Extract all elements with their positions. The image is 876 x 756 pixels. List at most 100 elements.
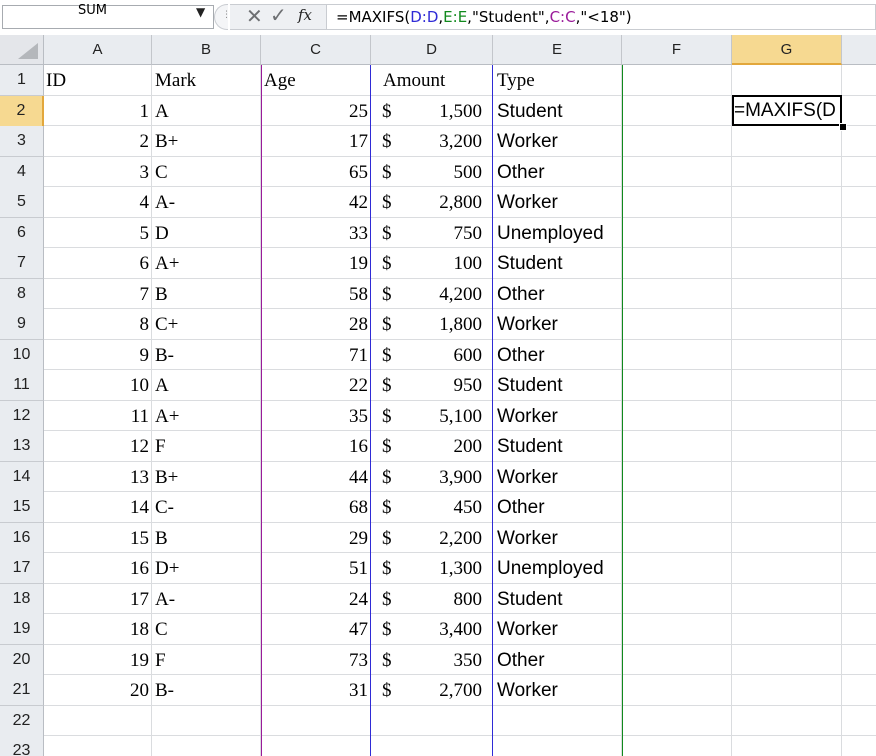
cell-amount[interactable]: 5,100 <box>371 402 482 432</box>
cell-type[interactable]: Worker <box>497 463 627 493</box>
cell-age[interactable]: 35 <box>261 402 368 432</box>
close-icon[interactable]: ✕ <box>246 4 263 28</box>
header-cell-age[interactable]: Age <box>264 66 368 96</box>
row-header-7[interactable]: 7 <box>0 248 44 279</box>
cell-type[interactable]: Student <box>497 432 627 462</box>
checkmark-icon[interactable]: ✓ <box>270 3 287 27</box>
row-header-10[interactable]: 10 <box>0 339 44 371</box>
cell-type[interactable]: Unemployed <box>497 219 627 249</box>
cell-amount[interactable]: 3,400 <box>371 615 482 645</box>
row-header-8[interactable]: 8 <box>0 278 44 310</box>
cell-age[interactable]: 28 <box>261 310 368 340</box>
cell-mark[interactable]: C <box>155 615 258 645</box>
cell-id[interactable]: 9 <box>44 341 150 371</box>
cell-amount[interactable]: 2,700 <box>371 676 482 706</box>
row-header-12[interactable]: 12 <box>0 400 44 432</box>
cell-age[interactable]: 73 <box>261 646 368 676</box>
column-header-e[interactable]: E <box>493 35 622 65</box>
cell-age[interactable]: 22 <box>261 371 368 401</box>
cell-mark[interactable]: D+ <box>155 554 258 584</box>
column-header-c[interactable]: C <box>261 35 371 65</box>
cell-id[interactable]: 4 <box>44 188 150 218</box>
cell-type[interactable]: Worker <box>497 524 627 554</box>
row-header-15[interactable]: 15 <box>0 492 44 523</box>
cell-amount[interactable]: 950 <box>371 371 483 401</box>
cell-amount[interactable]: 1,800 <box>371 310 482 340</box>
name-box[interactable] <box>2 5 214 29</box>
cell-amount[interactable]: 1,500 <box>371 97 482 127</box>
row-header-2[interactable]: 2 <box>0 95 44 127</box>
column-header-d[interactable]: D <box>371 35 493 65</box>
cell-type[interactable]: Worker <box>497 310 627 340</box>
cell-amount[interactable]: 2,800 <box>371 188 482 218</box>
row-header-20[interactable]: 20 <box>0 644 44 676</box>
row-header-13[interactable]: 13 <box>0 431 44 462</box>
cell-id[interactable]: 8 <box>44 310 150 340</box>
column-header-h[interactable] <box>842 35 876 65</box>
cell-mark[interactable]: A <box>155 97 258 127</box>
cell-amount[interactable]: 4,200 <box>371 280 482 310</box>
cell-id[interactable]: 10 <box>44 371 149 401</box>
cell-id[interactable]: 6 <box>44 249 150 279</box>
cell-type[interactable]: Unemployed <box>497 554 627 584</box>
cell-age[interactable]: 17 <box>261 127 368 157</box>
header-cell-type[interactable]: Type <box>497 66 620 96</box>
cell-type[interactable]: Worker <box>497 127 627 157</box>
cell-amount[interactable]: 2,200 <box>371 524 482 554</box>
row-header-18[interactable]: 18 <box>0 583 44 615</box>
cell-age[interactable]: 47 <box>261 615 368 645</box>
cell-id[interactable]: 17 <box>44 585 149 615</box>
cell-amount[interactable]: 200 <box>371 432 483 462</box>
cell-amount[interactable]: 450 <box>371 493 483 523</box>
cell-age[interactable]: 31 <box>261 676 368 706</box>
row-header-11[interactable]: 11 <box>0 370 44 401</box>
cell-type[interactable]: Worker <box>497 402 627 432</box>
cell-type[interactable]: Student <box>497 97 627 127</box>
cell-mark[interactable]: C <box>155 158 258 188</box>
select-all-button[interactable] <box>0 35 44 65</box>
cell-type[interactable]: Student <box>497 585 627 615</box>
header-cell-mark[interactable]: Mark <box>155 66 258 96</box>
cell-id[interactable]: 5 <box>44 219 150 249</box>
row-header-21[interactable]: 21 <box>0 675 44 706</box>
cell-amount[interactable]: 500 <box>371 158 483 188</box>
row-header-3[interactable]: 3 <box>0 126 44 157</box>
cell-age[interactable]: 71 <box>261 341 368 371</box>
cell-id[interactable]: 2 <box>44 127 150 157</box>
cell-id[interactable]: 13 <box>44 463 149 493</box>
fill-handle[interactable] <box>839 123 847 131</box>
cell-amount[interactable]: 750 <box>371 219 483 249</box>
cell-mark[interactable]: B <box>155 524 258 554</box>
row-header-22[interactable]: 22 <box>0 705 44 737</box>
cell-id[interactable]: 12 <box>44 432 149 462</box>
cell-age[interactable]: 24 <box>261 585 368 615</box>
cell-amount[interactable]: 100 <box>371 249 483 279</box>
cell-amount[interactable]: 800 <box>371 585 483 615</box>
cell-type[interactable]: Other <box>497 280 627 310</box>
cell-mark[interactable]: A <box>155 371 258 401</box>
cell-age[interactable]: 19 <box>261 249 368 279</box>
cell-id[interactable]: 15 <box>44 524 149 554</box>
cell-age[interactable]: 58 <box>261 280 368 310</box>
column-header-g[interactable]: G <box>732 35 842 65</box>
fx-icon[interactable]: fx <box>298 6 312 24</box>
cell-type[interactable]: Student <box>497 249 627 279</box>
cell-id[interactable]: 7 <box>44 280 150 310</box>
cell-mark[interactable]: A- <box>155 585 258 615</box>
cell-type[interactable]: Worker <box>497 615 627 645</box>
cell-age[interactable]: 33 <box>261 219 368 249</box>
cell-mark[interactable]: C- <box>155 493 258 523</box>
cell-age[interactable]: 51 <box>261 554 368 584</box>
cell-id[interactable]: 3 <box>44 158 150 188</box>
cell-amount[interactable]: 600 <box>371 341 483 371</box>
cell-age[interactable]: 25 <box>261 97 368 127</box>
cell-amount[interactable]: 3,900 <box>371 463 482 493</box>
cell-id[interactable]: 1 <box>44 97 150 127</box>
formula-text[interactable]: =MAXIFS(D:D,E:E,"Student",C:C,"<18") <box>336 8 632 26</box>
cell-type[interactable]: Other <box>497 341 627 371</box>
cell-id[interactable]: 19 <box>44 646 149 676</box>
cell-mark[interactable]: B- <box>155 676 258 706</box>
cell-type[interactable]: Worker <box>497 676 627 706</box>
cell-type[interactable]: Other <box>497 158 627 188</box>
cell-age[interactable]: 65 <box>261 158 368 188</box>
